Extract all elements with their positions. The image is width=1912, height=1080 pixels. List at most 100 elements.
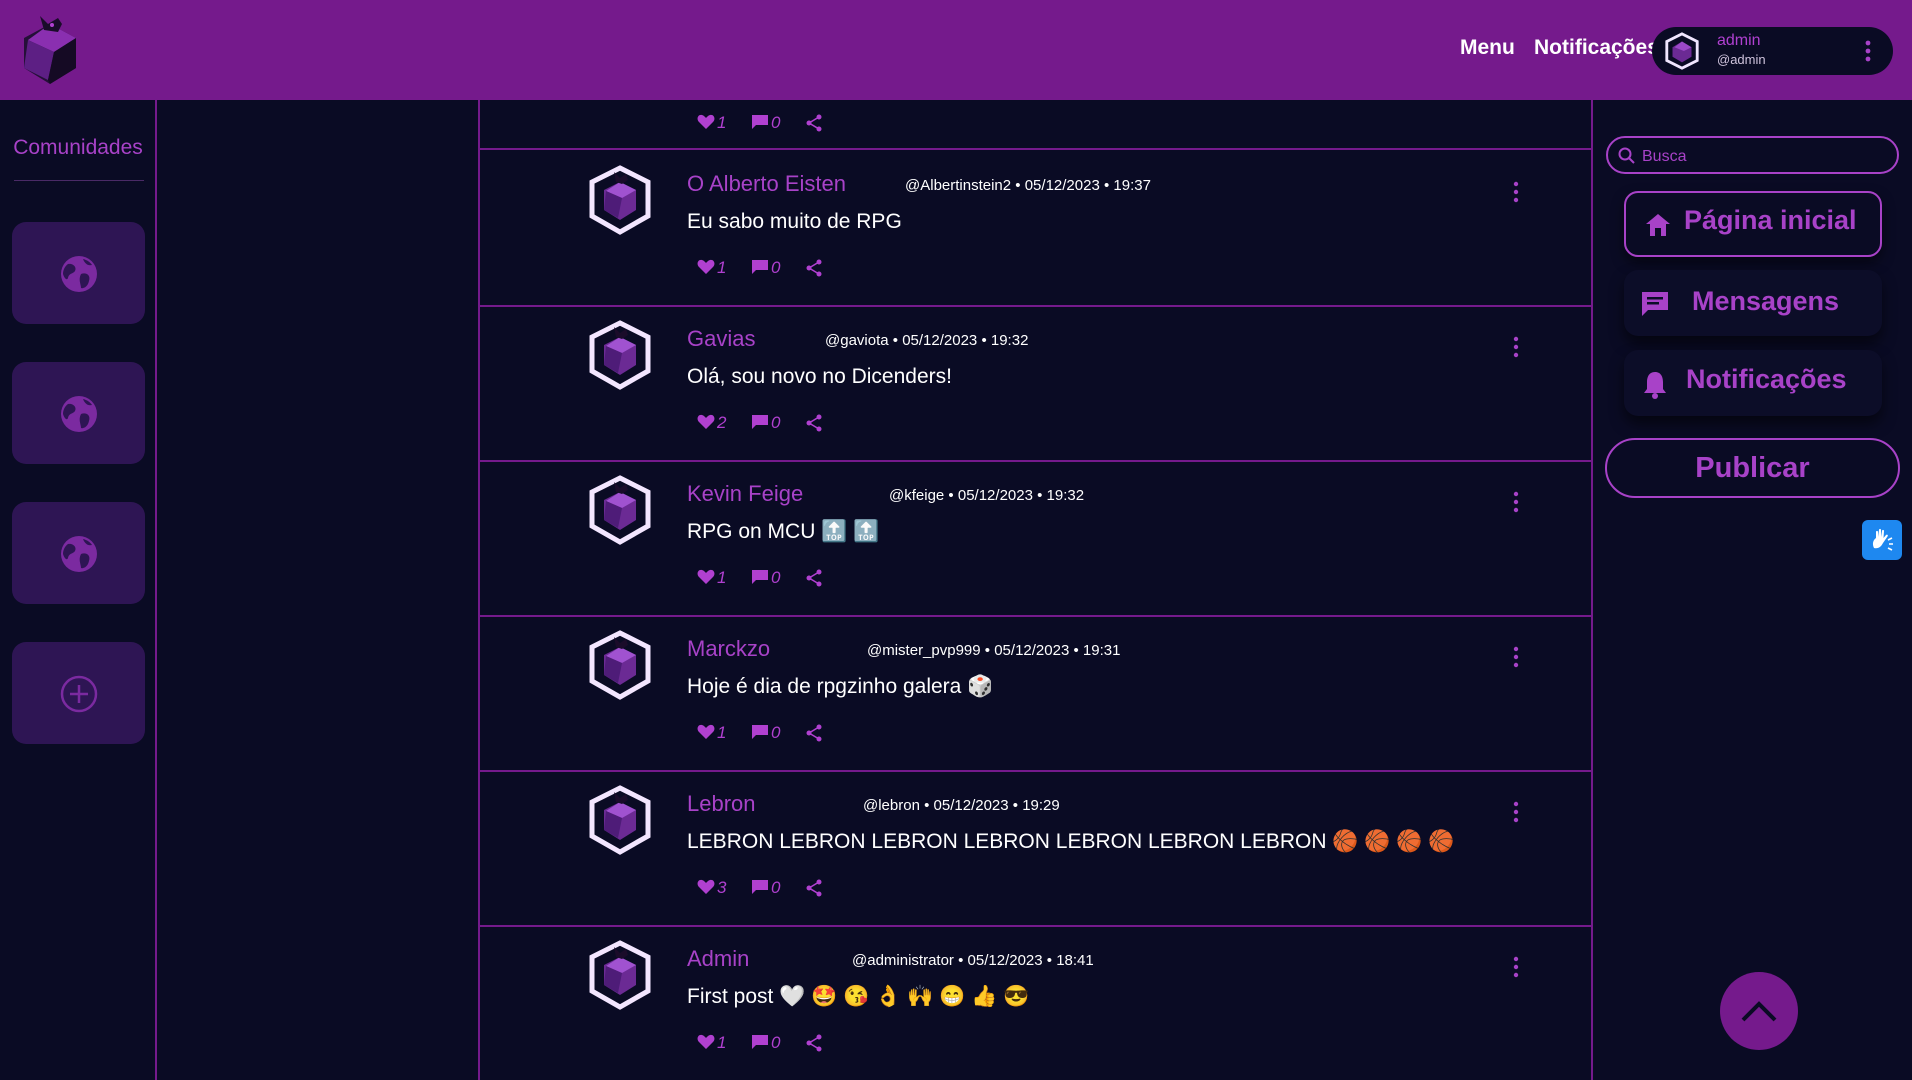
share-icon <box>806 879 822 897</box>
chevron-up-icon <box>1741 1001 1777 1022</box>
like-count: 1 <box>717 258 727 277</box>
post-content: LEBRON LEBRON LEBRON LEBRON LEBRON LEBRO… <box>687 830 1455 853</box>
comment-icon <box>752 1035 768 1049</box>
more-vertical-icon[interactable] <box>1510 180 1522 204</box>
post-date: 05/12/2023 <box>957 487 1033 504</box>
more-vertical-icon[interactable] <box>1510 490 1522 514</box>
post-date: 05/12/2023 <box>994 642 1070 659</box>
communities-title: Comunidades <box>13 136 143 159</box>
publish-button[interactable]: Publicar <box>1605 438 1900 498</box>
sign-language-icon <box>1872 528 1893 551</box>
post-handle[interactable]: @administrator <box>852 952 954 969</box>
divider <box>14 180 144 181</box>
post-meta: @kfeige • 05/12/2023 • 19:32 <box>889 487 1085 504</box>
like-count: 3 <box>717 878 727 897</box>
scroll-to-top-button[interactable] <box>1720 972 1798 1050</box>
post-time: 19:32 <box>1046 487 1085 504</box>
dicenders-logo[interactable] <box>18 12 82 88</box>
post-content: RPG on MCU 🔝 🔝 <box>687 520 880 543</box>
notifications-link[interactable]: Notificações <box>1534 36 1659 60</box>
accessibility-button[interactable] <box>1862 520 1902 560</box>
heart-icon <box>697 1034 715 1049</box>
search-icon <box>1618 147 1635 164</box>
more-vertical-icon[interactable] <box>1510 645 1522 669</box>
community-card[interactable] <box>12 502 145 604</box>
message-icon <box>1642 292 1668 316</box>
nav-home[interactable]: Página inicial <box>1624 191 1882 257</box>
like-count: 2 <box>717 413 727 432</box>
post-content: First post 🤍 🤩 😘 👌 🙌 😁 👍 😎 <box>687 985 1030 1008</box>
post-author[interactable]: Lebron <box>687 791 756 817</box>
more-vertical-icon[interactable] <box>1860 37 1876 65</box>
globe-icon <box>61 256 97 292</box>
nav-notifications-label: Notificações <box>1686 364 1847 394</box>
user-chip[interactable]: admin @admin <box>1652 27 1893 75</box>
top-header: Menu Notificações admin @admin <box>0 0 1912 100</box>
post-meta: @lebron • 05/12/2023 • 19:29 <box>863 797 1060 814</box>
more-vertical-icon[interactable] <box>1510 335 1522 359</box>
more-vertical-icon[interactable] <box>1510 955 1522 979</box>
post-avatar[interactable] <box>584 939 656 1011</box>
post-author[interactable]: Marckzo <box>687 636 770 662</box>
post-avatar[interactable] <box>584 319 656 391</box>
comment-count: 0 <box>771 568 781 587</box>
share-icon <box>806 569 822 587</box>
post-handle[interactable]: @lebron <box>863 797 920 814</box>
post-time: 19:32 <box>990 332 1029 349</box>
user-handle: @admin <box>1717 52 1766 67</box>
community-card[interactable] <box>12 222 145 324</box>
post-date: 05/12/2023 <box>933 797 1009 814</box>
more-vertical-icon[interactable] <box>1510 800 1522 824</box>
like-count: 1 <box>717 1033 727 1052</box>
menu-link[interactable]: Menu <box>1460 36 1515 60</box>
post-time: 19:29 <box>1022 797 1060 814</box>
post-author[interactable]: Kevin Feige <box>687 481 803 507</box>
post-author[interactable]: Admin <box>687 946 749 972</box>
share-icon <box>806 724 822 742</box>
comment-count: 0 <box>771 723 781 742</box>
nav-messages-label: Mensagens <box>1692 286 1840 316</box>
share-icon <box>806 259 822 277</box>
post-handle[interactable]: @mister_pvp999 <box>867 642 981 659</box>
post-author[interactable]: O Alberto Eisten <box>687 171 846 197</box>
post-handle[interactable]: @kfeige <box>889 487 944 504</box>
community-card[interactable] <box>12 362 145 464</box>
post-avatar[interactable] <box>584 164 656 236</box>
user-avatar <box>1665 32 1699 70</box>
share-icon <box>806 1034 822 1052</box>
comment-count: 0 <box>771 878 781 897</box>
post-author[interactable]: Gavias <box>687 326 755 352</box>
nav-notifications[interactable]: Notificações <box>1624 350 1882 416</box>
add-community-button[interactable] <box>12 642 145 744</box>
post-avatar[interactable] <box>584 474 656 546</box>
post-meta: @administrator • 05/12/2023 • 18:41 <box>852 952 1094 969</box>
share-icon <box>806 114 822 132</box>
heart-icon <box>697 569 715 584</box>
comment-icon <box>752 115 768 129</box>
post-handle[interactable]: @Albertinstein2 <box>905 177 1011 194</box>
like-count: 1 <box>717 723 727 742</box>
globe-icon <box>61 536 97 572</box>
post-meta: @mister_pvp999 • 05/12/2023 • 19:31 <box>867 642 1121 659</box>
user-name: admin <box>1717 32 1761 49</box>
post-avatar[interactable] <box>584 629 656 701</box>
communities-sidebar: Comunidades <box>0 100 157 1080</box>
search-input[interactable] <box>1640 144 1894 170</box>
post-time: 19:37 <box>1113 177 1151 194</box>
comment-icon <box>752 570 768 584</box>
heart-icon <box>697 879 715 894</box>
comment-count: 0 <box>771 413 781 432</box>
post-handle[interactable]: @gaviota <box>825 332 889 349</box>
share-icon <box>806 414 822 432</box>
heart-icon <box>697 724 715 739</box>
nav-messages[interactable]: Mensagens <box>1624 270 1882 336</box>
post-feed: 1 0 O Alberto Eisten @Albertinstein2 • 05… <box>478 100 1593 1080</box>
heart-icon <box>697 259 715 274</box>
post-date: 05/12/2023 <box>1024 177 1100 194</box>
heart-icon <box>697 414 715 429</box>
like-count: 1 <box>717 568 727 587</box>
comment-icon <box>752 260 768 274</box>
comment-icon <box>752 725 768 739</box>
post-actions: 1 0 <box>480 100 1591 150</box>
post-avatar[interactable] <box>584 784 656 856</box>
